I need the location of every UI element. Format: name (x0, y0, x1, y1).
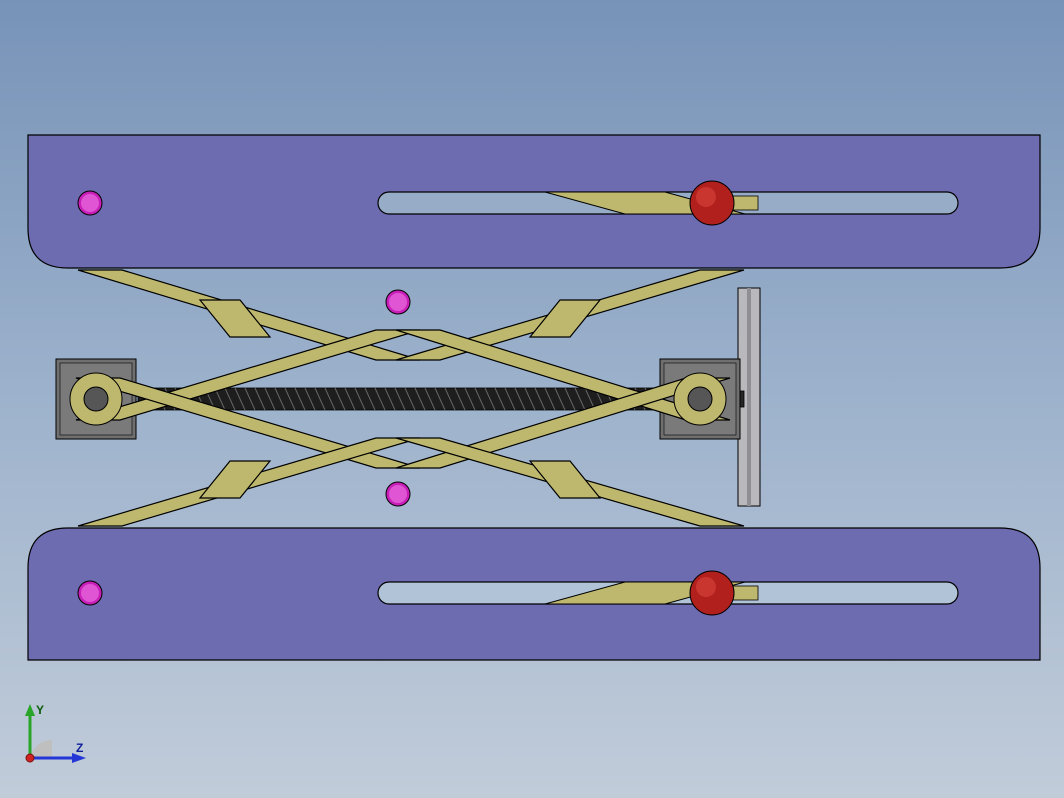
bottom-plate (28, 528, 1040, 660)
cad-3d-viewport[interactable] (0, 0, 1064, 798)
top-plate (28, 135, 1040, 268)
orientation-triad[interactable]: Y Z (20, 700, 90, 770)
model-canvas[interactable] (0, 0, 1064, 798)
axis-label-z: Z (76, 741, 83, 755)
axis-label-y: Y (36, 703, 44, 717)
